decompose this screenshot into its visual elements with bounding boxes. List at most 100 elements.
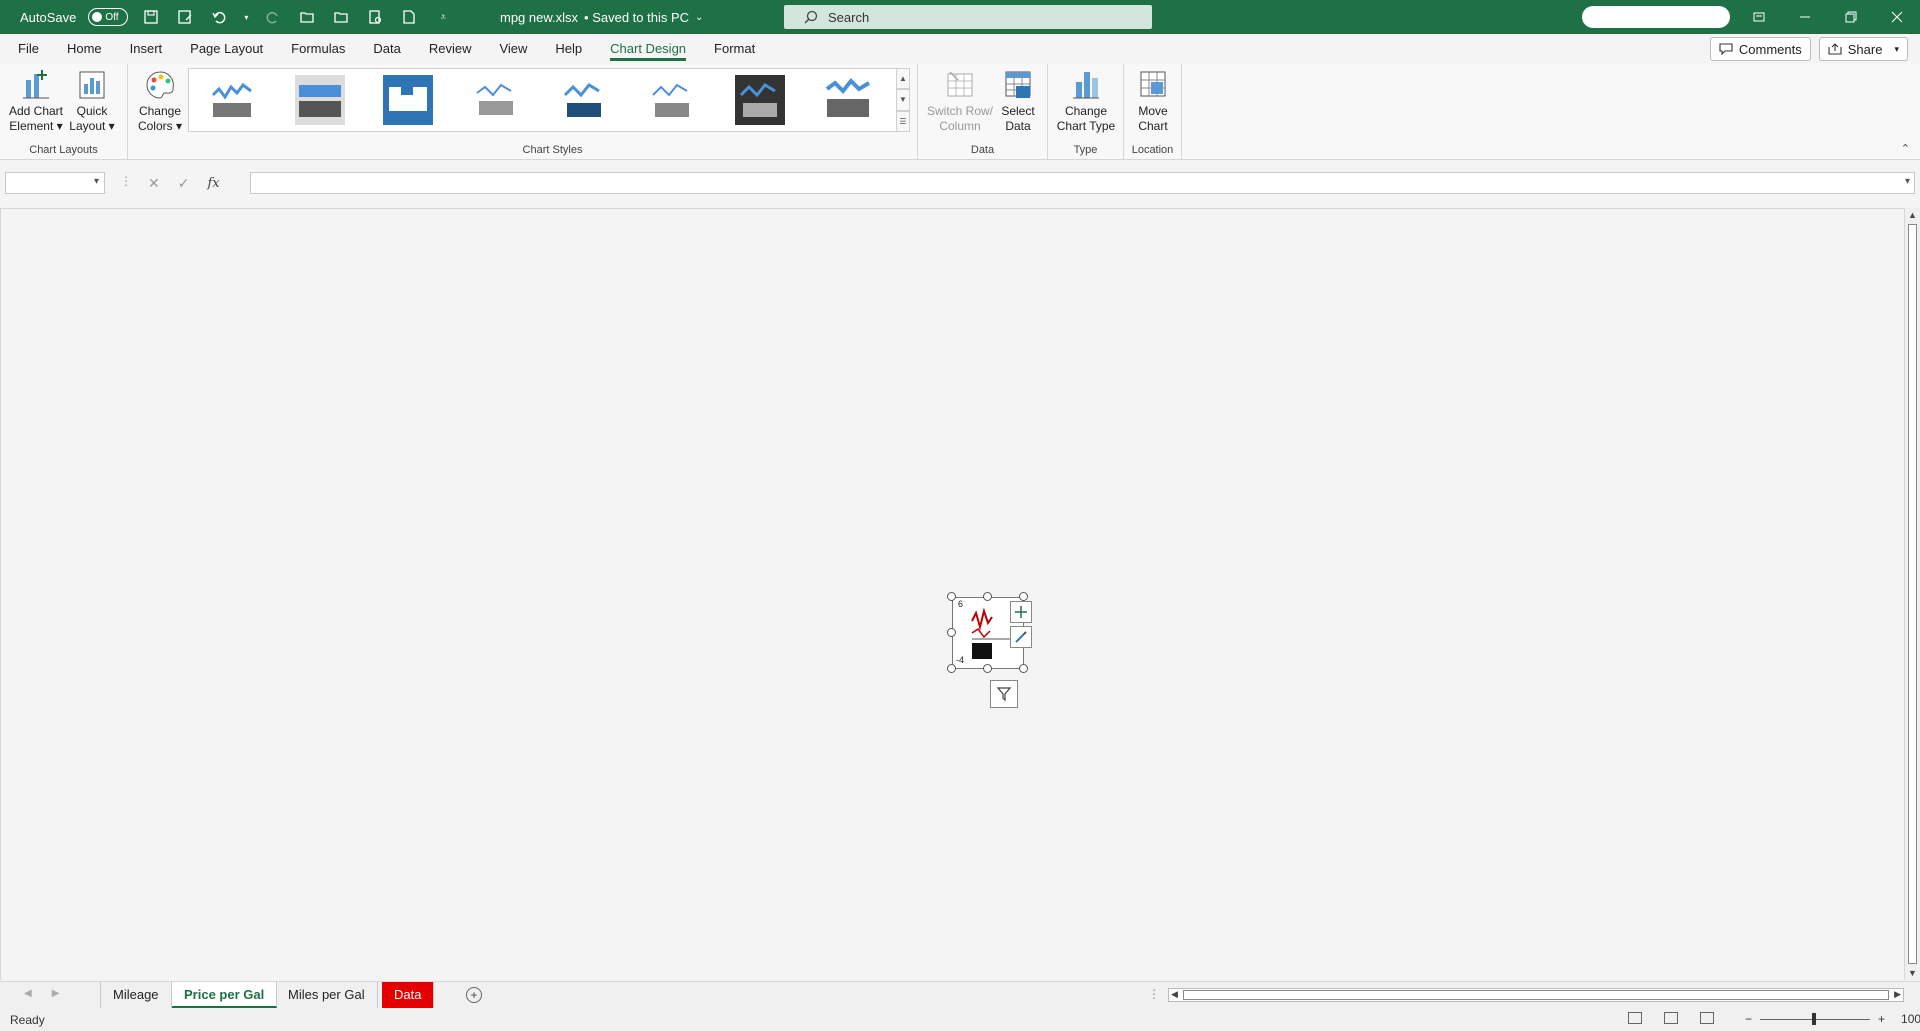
zoom-in-icon[interactable]: + [1878, 1012, 1885, 1026]
autosave-state: Off [105, 11, 119, 23]
chart-style-4-thumbnail[interactable] [471, 75, 521, 125]
normal-view-icon[interactable] [1628, 1012, 1642, 1024]
chart-style-8-thumbnail[interactable] [823, 75, 873, 125]
change-chart-type-button[interactable]: Change Chart Type [1054, 68, 1118, 134]
scroll-down-icon[interactable]: ▼ [1908, 968, 1917, 978]
select-data-label-1: Select [1001, 104, 1035, 118]
gallery-scroll-up-icon[interactable]: ▲ [896, 68, 910, 90]
vertical-scroll-thumb[interactable] [1908, 224, 1917, 964]
account-avatar[interactable] [1582, 6, 1730, 28]
undo-dropdown-icon[interactable]: ▾ [242, 6, 250, 28]
sheet-tab-miles-per-gal[interactable]: Miles per Gal [276, 982, 378, 1008]
comments-button[interactable]: Comments [1709, 37, 1811, 61]
zoom-level[interactable]: 100% [1901, 1012, 1920, 1026]
tab-formulas[interactable]: Formulas [277, 34, 359, 64]
scroll-left-icon[interactable]: ◀ [1171, 989, 1178, 1000]
open-icon[interactable] [296, 6, 318, 28]
next-sheet-icon[interactable]: ▶ [52, 988, 60, 999]
tab-help[interactable]: Help [541, 34, 596, 64]
insert-function-icon[interactable]: fx [207, 176, 219, 191]
minimize-icon[interactable] [1782, 0, 1828, 34]
enter-icon[interactable]: ✓ [178, 175, 190, 192]
chevron-down-icon[interactable]: ▾ [1894, 44, 1899, 55]
page-layout-view-icon[interactable] [1664, 1012, 1678, 1024]
sheet-tab-mileage[interactable]: Mileage [100, 982, 172, 1008]
add-chart-element-icon [23, 70, 49, 99]
zoom-out-icon[interactable]: − [1745, 1012, 1752, 1026]
undo-icon[interactable] [208, 6, 230, 28]
folder-icon[interactable] [330, 6, 352, 28]
resize-handle-bottom-left[interactable] [947, 664, 956, 673]
prev-sheet-icon[interactable]: ◀ [24, 988, 32, 999]
horizontal-scroll-thumb[interactable] [1183, 990, 1889, 1000]
scroll-right-icon[interactable]: ▶ [1894, 989, 1901, 1000]
chart-style-2-thumbnail[interactable] [295, 75, 345, 125]
group-label-location: Location [1131, 144, 1174, 156]
add-sheet-icon[interactable]: + [466, 987, 482, 1003]
select-data-button[interactable]: Select Data [996, 68, 1040, 134]
add-chart-element-button[interactable]: Add Chart Element ▾ [8, 68, 64, 134]
chart-style-5-thumbnail[interactable] [559, 75, 609, 125]
tab-data[interactable]: Data [359, 34, 414, 64]
chart-styles-brush-icon[interactable] [1010, 626, 1032, 648]
tab-view[interactable]: View [485, 34, 541, 64]
restore-icon[interactable] [1828, 0, 1874, 34]
name-box[interactable] [5, 172, 105, 194]
share-button[interactable]: Share ▾ [1818, 37, 1908, 61]
chart-filter-icon[interactable] [990, 680, 1018, 708]
tab-format[interactable]: Format [700, 34, 769, 64]
move-chart-button[interactable]: Move Chart [1132, 68, 1174, 134]
resize-handle-bottom-right[interactable] [1019, 664, 1028, 673]
chart-style-6-thumbnail[interactable] [647, 75, 697, 125]
sheet-tab-price-per-gal[interactable]: Price per Gal [172, 982, 278, 1008]
tab-page-layout[interactable]: Page Layout [176, 34, 277, 64]
collapse-ribbon-icon[interactable]: ⌃ [1901, 142, 1910, 155]
change-colors-button[interactable]: Change Colors ▾ [134, 68, 186, 134]
tab-chart-design[interactable]: Chart Design [596, 34, 700, 64]
resize-handle-top-left[interactable] [947, 592, 956, 601]
horizontal-scrollbar[interactable]: ◀ ▶ [1168, 988, 1904, 1002]
tab-file[interactable]: File [4, 34, 53, 64]
chart-elements-plus-icon[interactable] [1010, 601, 1032, 623]
zoom-slider[interactable] [1760, 1012, 1871, 1025]
gallery-more-icon[interactable]: ☰ [896, 110, 910, 132]
new-file-icon[interactable] [398, 6, 420, 28]
save-icon[interactable] [140, 6, 162, 28]
tab-review[interactable]: Review [415, 34, 486, 64]
search-box[interactable]: Search [784, 5, 1152, 29]
chart-style-1-thumbnail[interactable] [207, 75, 257, 125]
tab-home[interactable]: Home [53, 34, 116, 64]
ribbon: Add Chart Element ▾ Quick Layout ▾ Chart… [0, 64, 1920, 160]
document-title[interactable]: mpg new.xlsx • Saved to this PC ⌄ [500, 0, 703, 34]
tab-split-handle-icon[interactable]: ⋮ [1148, 987, 1160, 1001]
resize-handle-bottom[interactable] [983, 664, 992, 673]
chart-style-7-thumbnail[interactable] [735, 75, 785, 125]
save-as-icon[interactable] [174, 6, 196, 28]
vertical-scrollbar[interactable]: ▲ ▼ [1904, 208, 1920, 980]
chart-side-tools [1010, 601, 1032, 651]
scroll-up-icon[interactable]: ▲ [1908, 210, 1917, 220]
customize-toolbar-icon[interactable]: ⩡ [432, 6, 454, 28]
print-preview-icon[interactable] [364, 6, 386, 28]
formula-bar-options-icon[interactable]: ⋮ [120, 174, 132, 188]
sheet-tab-data[interactable]: Data [382, 982, 435, 1008]
quick-layout-icon [79, 71, 105, 99]
quick-layout-button[interactable]: Quick Layout ▾ [66, 68, 118, 134]
gallery-scroll-down-icon[interactable]: ▼ [896, 89, 910, 111]
chart-style-3-thumbnail[interactable] [383, 75, 433, 125]
window-controls [1736, 0, 1920, 34]
close-icon[interactable] [1874, 0, 1920, 34]
resize-handle-top[interactable] [983, 592, 992, 601]
tab-insert[interactable]: Insert [116, 34, 177, 64]
ribbon-display-options-icon[interactable] [1736, 0, 1782, 34]
redo-icon[interactable] [262, 6, 284, 28]
cancel-icon[interactable]: ✕ [148, 175, 160, 192]
switch-row-column-button[interactable]: Switch Row/ Column [926, 68, 994, 134]
resize-handle-left[interactable] [947, 628, 956, 637]
resize-handle-top-right[interactable] [1019, 592, 1028, 601]
formula-input[interactable] [250, 172, 1915, 194]
page-break-view-icon[interactable] [1700, 1012, 1714, 1024]
change-colors-label-1: Change [138, 104, 182, 118]
autosave-toggle[interactable]: Off [88, 8, 129, 26]
ribbon-tabs: File Home Insert Page Layout Formulas Da… [0, 34, 1920, 64]
